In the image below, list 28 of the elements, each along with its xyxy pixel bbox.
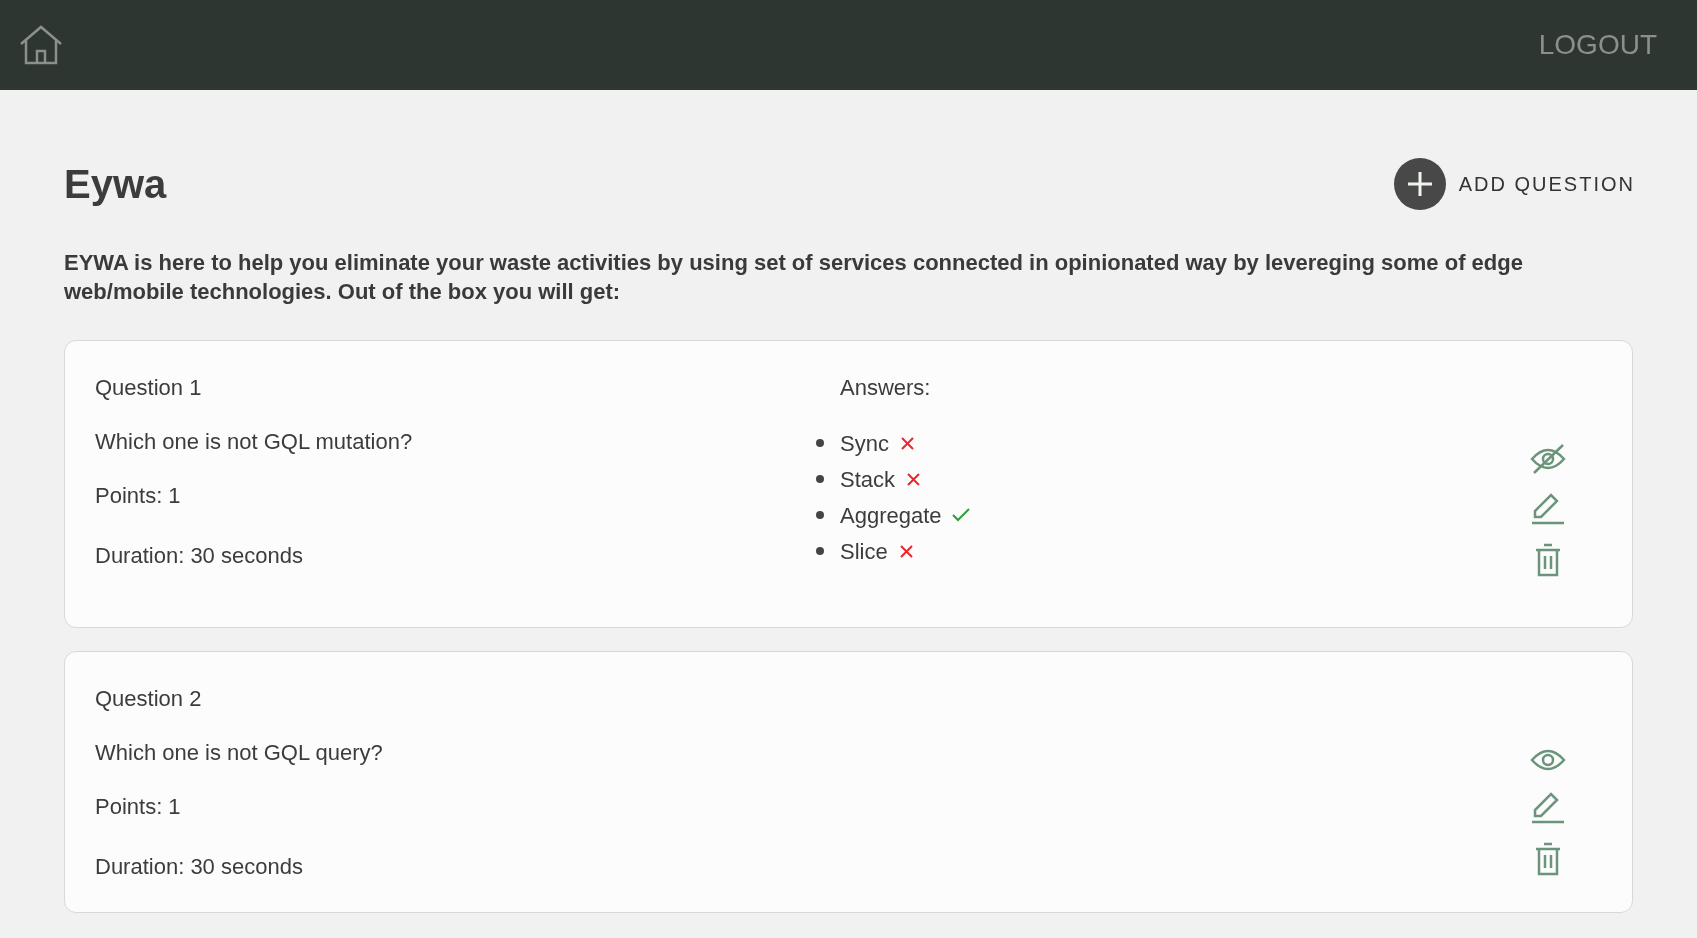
question-text: Which one is not GQL query? [95,739,384,767]
bullet-icon [816,511,824,519]
question-heading: Question 2 [95,685,203,713]
eye-slash-icon[interactable] [1530,443,1566,475]
bullet-icon [816,439,824,447]
pencil-icon[interactable] [1531,792,1565,824]
answers-label: Answers: [840,374,932,402]
points-label: Points: 1 [95,482,182,510]
answer-text: Slice [840,537,888,566]
answer-text: Aggregate [840,501,942,530]
duration-label: Duration: 30 seconds [95,853,304,881]
answer-text: Stack [840,465,896,494]
page-title: Eywa [64,164,167,204]
question-text: Which one is not GQL mutation? [95,428,414,456]
logout-link[interactable]: LOGOUT [1538,24,1657,66]
duration-label: Duration: 30 seconds [95,542,304,570]
home-icon[interactable] [18,24,64,66]
pencil-icon[interactable] [1531,493,1565,525]
add-question-button[interactable]: ADD QUESTION [1393,158,1635,210]
question-heading: Question 1 [95,374,203,402]
trash-icon[interactable] [1534,842,1562,876]
bullet-icon [816,547,824,555]
description-paragraph: EYWA is here to help you eliminate your waste activities by using set of services connected in opinionated way by levereging some of edge web/mobile technologies. Out of the box you will get: [64,249,1524,306]
plus-icon [1393,158,1446,210]
bullet-icon [816,475,824,483]
points-label: Points: 1 [95,793,182,821]
trash-icon[interactable] [1534,543,1562,577]
answer-text: Sync [840,429,889,458]
